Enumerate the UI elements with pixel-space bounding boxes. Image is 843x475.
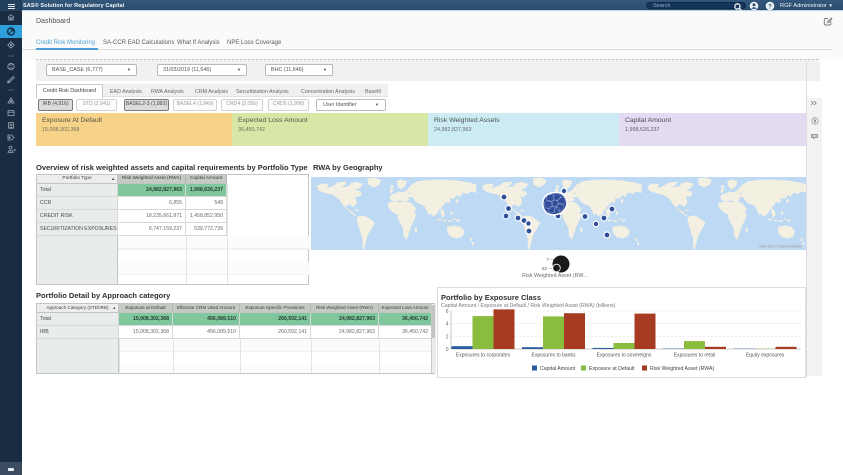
svg-text:Map data © OpenStreetMap: Map data © OpenStreetMap: [760, 245, 803, 249]
svg-text:Exposures to banks: Exposures to banks: [532, 353, 576, 359]
svg-text:Exposures to sovereigns: Exposures to sovereigns: [597, 353, 652, 359]
svg-text:Exposures to retail: Exposures to retail: [674, 353, 715, 359]
svg-text:2: 2: [446, 334, 449, 340]
svg-text:7: 7: [546, 257, 549, 262]
svg-text:62: 62: [542, 266, 548, 271]
svg-text:0: 0: [446, 347, 449, 353]
svg-text:Exposures to corporates: Exposures to corporates: [456, 353, 511, 359]
svg-text:4: 4: [446, 322, 449, 328]
svg-text:Risk Weighted Asset (RWA): Risk Weighted Asset (RWA): [650, 366, 714, 372]
svg-text:Exposure at Default: Exposure at Default: [589, 366, 635, 372]
svg-text:6: 6: [446, 309, 449, 315]
svg-text:?: ?: [768, 4, 772, 10]
svg-text:Equity exposures: Equity exposures: [746, 353, 785, 359]
svg-text:Capital Amount: Capital Amount: [540, 366, 576, 372]
